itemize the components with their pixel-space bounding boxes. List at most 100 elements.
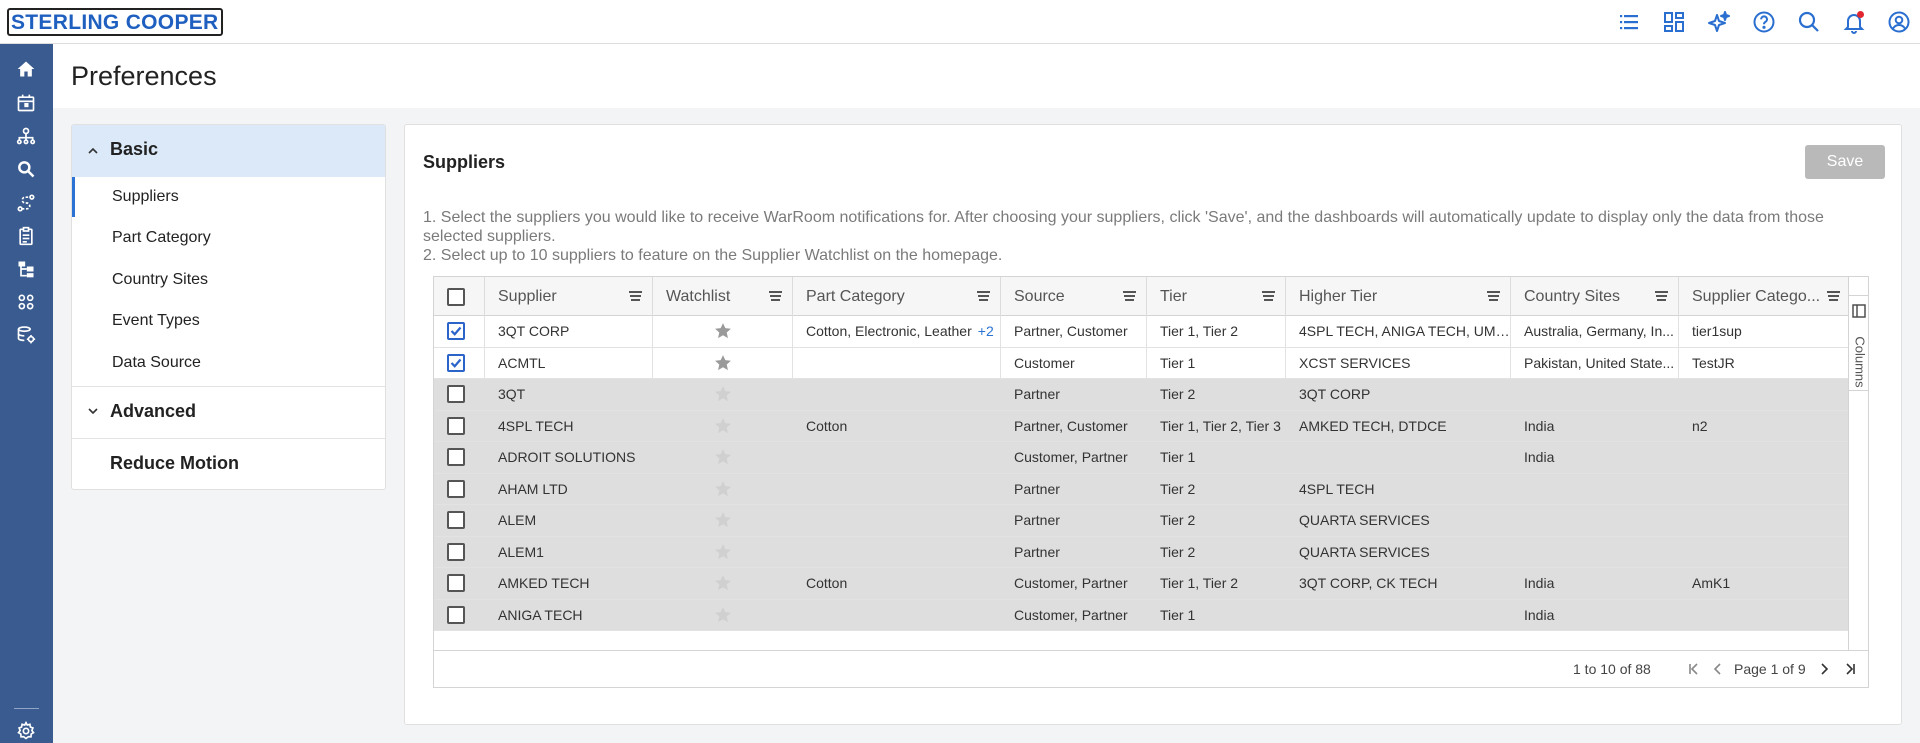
search-icon[interactable] [1796, 9, 1822, 35]
cell-source: Partner, Customer [1001, 316, 1147, 347]
row-checkbox[interactable] [447, 448, 465, 467]
header-label: Supplier Catego... [1692, 288, 1821, 305]
row-checkbox[interactable] [447, 385, 465, 404]
calendar-icon[interactable] [15, 92, 37, 114]
column-menu-icon[interactable] [1827, 291, 1840, 301]
list-icon[interactable] [1616, 9, 1642, 35]
table-row[interactable]: ADROIT SOLUTIONS Customer, Partner Tier 1 I… [434, 442, 1850, 474]
cell-part-category-text: Cotton [806, 417, 848, 434]
cell-supplier-text: 3QT CORP [498, 323, 570, 339]
menu-item-event-types[interactable]: Event Types [72, 301, 385, 341]
watchlist-star-icon[interactable] [713, 353, 733, 373]
save-button[interactable]: Save [1805, 145, 1885, 179]
row-checkbox[interactable] [447, 322, 465, 341]
header-watchlist[interactable]: Watchlist [653, 277, 793, 316]
column-menu-icon[interactable] [769, 291, 782, 301]
watchlist-star-icon[interactable] [713, 321, 733, 341]
table-row[interactable]: AHAM LTD Partner Tier 2 4SPL TECH [434, 473, 1850, 505]
watchlist-star-icon [714, 449, 731, 465]
apps-grid-icon[interactable] [15, 291, 37, 313]
menu-item-suppliers[interactable]: Suppliers [72, 177, 385, 217]
instruction-text: Select the suppliers you would like to r… [423, 209, 1824, 245]
header-tier[interactable]: Tier [1147, 277, 1286, 316]
org-network-icon[interactable] [15, 125, 37, 147]
cell-tier-text: Tier 1 [1160, 354, 1196, 371]
page-header: Preferences [53, 44, 1920, 108]
table-row[interactable]: ALEM Partner Tier 2 QUARTA SERVICES [434, 505, 1850, 537]
cell-tier: Tier 2 [1147, 536, 1286, 567]
cell-tier: Tier 1 [1147, 442, 1286, 473]
cell-tier-text: Tier 1, Tier 2, Tier 3 [1160, 417, 1281, 434]
dashboard-icon[interactable] [1661, 9, 1687, 35]
header-country-sites[interactable]: Country Sites [1511, 277, 1679, 316]
row-checkbox[interactable] [447, 479, 465, 498]
cell-part-category: Cotton [793, 568, 1001, 599]
section-advanced-header[interactable]: Advanced [72, 387, 385, 438]
header-supplier-category[interactable]: Supplier Catego... [1679, 277, 1850, 316]
columns-tab-label: Columns [1852, 336, 1868, 388]
sparkle-ai-icon[interactable] [1706, 9, 1732, 35]
help-icon[interactable] [1751, 9, 1777, 35]
home-icon[interactable] [15, 58, 37, 80]
section-reduce-motion-label: Reduce Motion [110, 453, 239, 473]
cell-part-category [793, 505, 1001, 536]
table-row[interactable]: ACMTL Customer Tier 1 XCST SERVICES Pakistan… [434, 347, 1850, 379]
data-settings-icon[interactable] [15, 324, 37, 346]
cell-country-sites-text: India [1524, 575, 1555, 591]
row-checkbox[interactable] [447, 542, 465, 561]
column-menu-icon[interactable] [1123, 291, 1136, 301]
row-checkbox[interactable] [447, 574, 465, 593]
section-reduce-motion[interactable]: Reduce Motion [72, 439, 385, 489]
table-row[interactable]: ANIGA TECH Customer, Partner Tier 1 India [434, 599, 1850, 631]
menu-item-country-sites[interactable]: Country Sites [72, 260, 385, 300]
header-source[interactable]: Source [1001, 277, 1147, 316]
route-icon[interactable] [15, 192, 37, 214]
menu-item-part-category[interactable]: Part Category [72, 218, 385, 258]
cell-supplier-text: AHAM LTD [498, 480, 568, 497]
cell-country-sites: India [1511, 599, 1679, 630]
user-account-icon[interactable] [1886, 9, 1912, 35]
more-categories-badge[interactable]: +2 [978, 323, 994, 339]
row-checkbox[interactable] [447, 605, 465, 624]
cell-watchlist [653, 379, 793, 410]
row-checkbox[interactable] [447, 353, 465, 372]
row-checkbox[interactable] [447, 511, 465, 530]
header-higher-tier[interactable]: Higher Tier [1286, 277, 1511, 316]
notification-bell-icon[interactable] [1841, 9, 1867, 35]
column-menu-icon[interactable] [1262, 291, 1275, 301]
cell-country-sites-text: India [1524, 606, 1555, 623]
header-part-category[interactable]: Part Category [793, 277, 1001, 316]
next-page-icon[interactable] [1816, 661, 1832, 677]
select-all-checkbox[interactable] [447, 287, 465, 306]
column-menu-icon[interactable] [1487, 291, 1500, 301]
previous-page-icon[interactable] [1710, 661, 1726, 677]
table-row[interactable]: ALEM1 Partner Tier 2 QUARTA SERVICES [434, 536, 1850, 568]
section-basic-header[interactable]: Basic [72, 125, 385, 177]
table-row[interactable]: 3QT CORP Cotton, Electronic, Leather +2 Par… [434, 316, 1850, 348]
row-checkbox[interactable] [447, 416, 465, 435]
cell-supplier-category: TestJR [1679, 348, 1850, 379]
table-row[interactable]: AMKED TECH Cotton Customer, Partner Tier 1,… [434, 568, 1850, 600]
cell-source-text: Customer, Partner [1014, 606, 1128, 623]
column-menu-icon[interactable] [629, 291, 642, 301]
menu-item-data-source[interactable]: Data Source [72, 343, 385, 383]
cell-tier: Tier 1 [1147, 347, 1286, 378]
cell-supplier-category: AmK1 [1679, 568, 1850, 599]
clipboard-icon[interactable] [15, 225, 37, 247]
settings-gear-icon[interactable] [15, 720, 37, 742]
column-menu-icon[interactable] [1655, 291, 1668, 301]
cell-part-category [793, 599, 1001, 630]
table-row[interactable]: 3QT Partner Tier 2 3QT CORP [434, 379, 1850, 411]
column-menu-icon[interactable] [977, 291, 990, 301]
hierarchy-icon[interactable] [15, 258, 37, 280]
cell-supplier-text: ADROIT SOLUTIONS [498, 449, 636, 465]
cell-supplier: ACMTL [485, 347, 653, 378]
supplier-search-icon[interactable] [15, 158, 37, 180]
header-supplier[interactable]: Supplier [485, 277, 653, 316]
first-page-icon[interactable] [1686, 661, 1702, 677]
last-page-icon[interactable] [1842, 661, 1858, 677]
instructions: 1. Select the suppliers you would like t… [423, 208, 1863, 265]
app-logo[interactable]: STERLING COOPER [7, 8, 223, 36]
columns-tool-tab[interactable]: Columns [1849, 295, 1869, 391]
table-row[interactable]: 4SPL TECH Cotton Partner, Customer Tier 1, … [434, 410, 1850, 442]
